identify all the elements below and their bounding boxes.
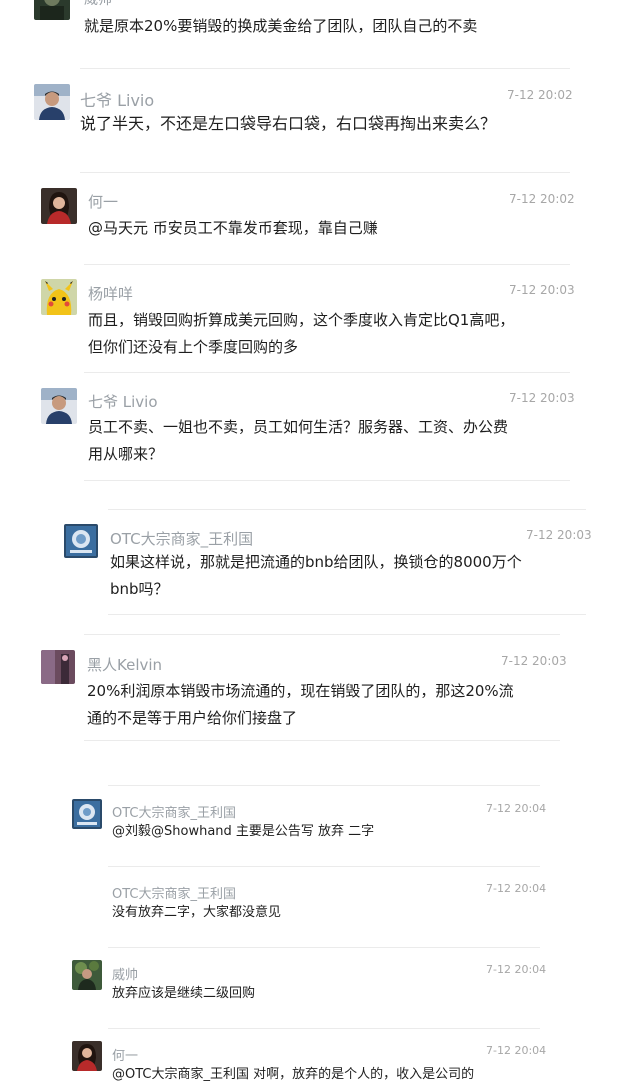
separator	[84, 740, 560, 741]
comment-author[interactable]: 杨咩咩	[88, 283, 133, 304]
comment-time: 7-12 20:04	[486, 963, 547, 976]
comment-text: 如果这样说，那就是把流通的bnb给团队，换锁仓的8000万个 bnb吗？	[110, 553, 522, 598]
comment-author[interactable]: OTC大宗商家_王利国	[110, 528, 253, 549]
comment-time: 7-12 20:04	[486, 882, 547, 895]
comment-author[interactable]: 何一	[112, 1045, 138, 1064]
comment-author[interactable]: 七爷 Livio	[88, 391, 158, 412]
comment-author[interactable]: 威帅	[112, 964, 138, 983]
separator	[80, 68, 570, 69]
comment-text: @马天元 币安员工不靠发币套现，靠自己赚	[88, 219, 378, 237]
comment-time: 7-12 20:03	[501, 654, 567, 668]
comment-author[interactable]: 七爷 Livio	[80, 87, 154, 111]
comment-text: 没有放弃二字，大家都没意见	[112, 905, 282, 920]
comment-text: 就是原本20%要销毁的换成美金给了团队，团队自己的不卖	[84, 17, 478, 35]
comment-text: 员工不卖、一姐也不卖，员工如何生活？服务器、工资、办公费 用从哪来？	[88, 418, 509, 463]
comment-text: @OTC大宗商家_王利国 对啊，放弃的是个人的，收入是公司的	[112, 1067, 475, 1082]
comment-text: @刘毅@Showhand 主要是公告写 放弃 二字	[112, 824, 375, 839]
comment-author[interactable]: 何一	[88, 191, 118, 212]
separator	[108, 947, 540, 948]
avatar[interactable]	[64, 524, 98, 558]
avatar[interactable]	[41, 279, 77, 315]
comment-author[interactable]: 威帅	[84, 0, 112, 9]
comment-time: 7-12 20:03	[509, 391, 575, 405]
separator	[108, 866, 540, 867]
avatar[interactable]	[72, 1041, 102, 1071]
avatar[interactable]	[72, 960, 102, 990]
comment-author[interactable]: 黑人Kelvin	[87, 654, 162, 675]
separator	[108, 509, 586, 510]
comment-text: 而且，销毁回购折算成美元回购，这个季度收入肯定比Q1高吧， 但你们还没有上个季度…	[88, 311, 515, 356]
avatar[interactable]	[41, 388, 77, 424]
separator	[84, 372, 570, 373]
comment-time: 7-12 20:03	[526, 528, 592, 542]
comment-author[interactable]: OTC大宗商家_王利国	[112, 802, 236, 821]
avatar[interactable]	[34, 0, 70, 20]
comment-time: 7-12 20:02	[507, 88, 573, 102]
separator	[84, 264, 570, 265]
comment-text: 放弃应该是继续二级回购	[112, 986, 256, 1001]
avatar[interactable]	[72, 799, 102, 829]
comment-time: 7-12 20:04	[486, 802, 547, 815]
avatar[interactable]	[34, 84, 70, 120]
separator	[108, 785, 540, 786]
comment-text: 说了半天，不还是左口袋导右口袋，右口袋再掏出来卖么？	[80, 114, 497, 133]
comment-author[interactable]: OTC大宗商家_王利国	[112, 883, 236, 902]
comment-time: 7-12 20:02	[509, 192, 575, 206]
avatar[interactable]	[41, 650, 75, 684]
comment-time: 7-12 20:04	[486, 1044, 547, 1057]
avatar[interactable]	[41, 188, 77, 224]
separator	[84, 480, 570, 481]
comment-text: 20%利润原本销毁市场流通的，现在销毁了团队的，那这20%流 通的不是等于用户给…	[87, 682, 514, 727]
comment-time: 7-12 20:03	[509, 283, 575, 297]
separator	[80, 172, 570, 173]
separator	[84, 634, 560, 635]
separator	[108, 614, 586, 615]
separator	[108, 1028, 540, 1029]
